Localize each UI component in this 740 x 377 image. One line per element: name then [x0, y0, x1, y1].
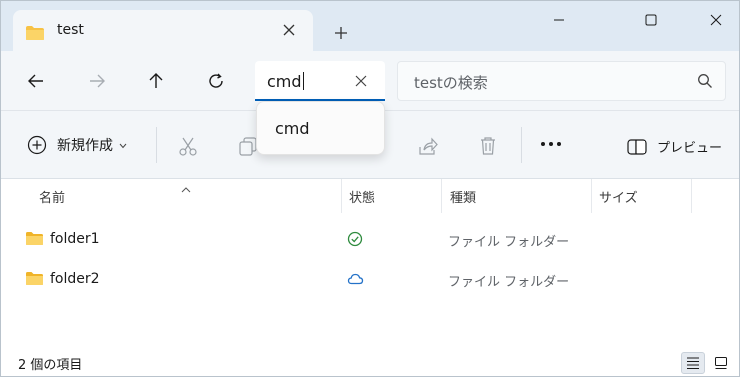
address-value: cmd	[267, 72, 304, 91]
search-icon	[697, 73, 713, 93]
arrow-right-icon	[90, 74, 105, 88]
chevron-down-icon	[119, 143, 127, 149]
preview-button[interactable]: プレビュー	[627, 137, 722, 156]
maximize-button[interactable]	[628, 1, 674, 39]
column-header-name[interactable]: 名前	[39, 187, 65, 206]
tab-title: test	[57, 22, 84, 38]
search-input[interactable]: testの検索	[397, 61, 726, 101]
arrow-up-icon	[149, 73, 163, 88]
file-type: ファイル フォルダー	[448, 275, 570, 290]
folder-icon	[25, 271, 44, 290]
refresh-icon	[209, 73, 223, 88]
folder-icon	[25, 231, 44, 250]
back-button[interactable]	[22, 67, 50, 95]
divider	[521, 127, 522, 163]
cut-icon[interactable]	[177, 135, 199, 157]
file-name: folder1	[50, 231, 100, 247]
preview-pane-icon	[627, 138, 647, 155]
new-button[interactable]: 新規作成	[27, 135, 127, 155]
close-window-button[interactable]	[693, 1, 739, 39]
file-explorer-window: test cmd testの検索 新規作成 プレビュー 名前 状態 種類 サイズ…	[0, 0, 740, 377]
list-item[interactable]: folder2 ファイル フォルダー	[1, 259, 739, 299]
column-divider[interactable]	[441, 179, 442, 213]
column-header-size[interactable]: サイズ	[599, 187, 638, 206]
column-header-status[interactable]: 状態	[349, 187, 375, 206]
preview-label: プレビュー	[657, 141, 723, 156]
tiles-view-icon	[715, 357, 727, 369]
more-options-icon[interactable]	[541, 142, 561, 146]
up-button[interactable]	[142, 67, 170, 95]
close-tab-icon[interactable]	[277, 18, 301, 42]
add-circle-icon	[27, 135, 47, 155]
delete-icon[interactable]	[477, 135, 499, 157]
column-header-type[interactable]: 種類	[450, 187, 476, 206]
list-item[interactable]: folder1 ファイル フォルダー	[1, 219, 739, 259]
arrow-left-icon	[28, 74, 43, 88]
column-divider[interactable]	[591, 179, 592, 213]
file-type: ファイル フォルダー	[448, 235, 570, 250]
column-headers: 名前 状態 種類 サイズ	[1, 179, 739, 213]
suggestion-item[interactable]: cmd	[275, 119, 310, 138]
share-icon[interactable]	[417, 135, 439, 157]
column-divider[interactable]	[341, 179, 342, 213]
details-view-button[interactable]	[681, 352, 705, 374]
file-name: folder2	[50, 271, 100, 287]
new-button-label: 新規作成	[57, 138, 113, 154]
tiles-view-button[interactable]	[709, 352, 733, 374]
check-circle-icon	[347, 231, 363, 251]
item-count: 2 個の項目	[18, 358, 83, 373]
details-view-icon	[687, 357, 699, 369]
status-bar: 2 個の項目	[1, 349, 739, 376]
tab-test[interactable]: test	[13, 10, 313, 51]
new-tab-icon[interactable]	[329, 21, 353, 45]
refresh-button[interactable]	[202, 67, 230, 95]
search-placeholder: testの検索	[414, 74, 488, 92]
sort-up-icon	[181, 179, 191, 198]
forward-button[interactable]	[83, 67, 111, 95]
clear-icon[interactable]	[351, 71, 371, 91]
title-bar: test	[1, 1, 739, 51]
address-input[interactable]: cmd	[255, 61, 385, 101]
minimize-button[interactable]	[536, 1, 582, 39]
folder-icon	[25, 25, 45, 45]
address-suggestions: cmd	[256, 101, 385, 155]
cloud-icon	[347, 271, 364, 290]
divider	[156, 127, 157, 163]
column-divider[interactable]	[691, 179, 692, 213]
